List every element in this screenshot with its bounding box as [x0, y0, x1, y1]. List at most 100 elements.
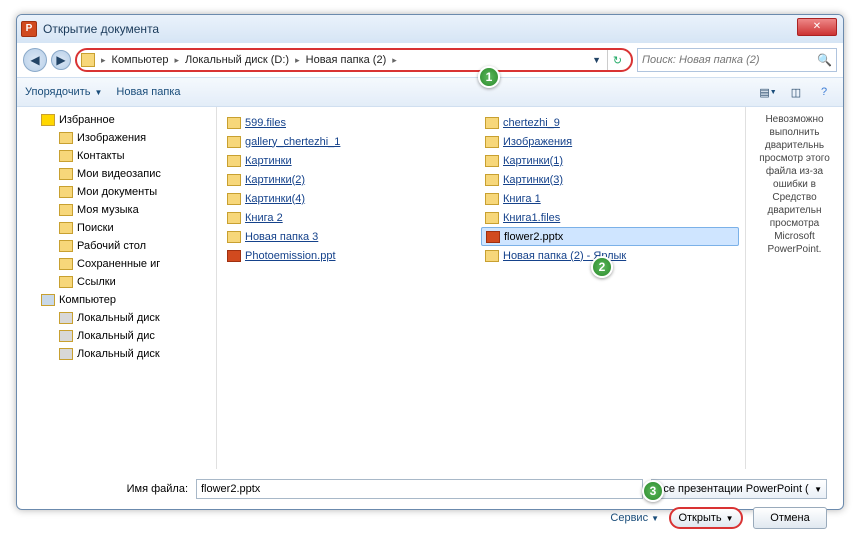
filename-label: Имя файла:: [33, 483, 188, 495]
file-item[interactable]: Новая папка 3: [223, 227, 481, 246]
open-button[interactable]: Открыть▼: [669, 507, 743, 529]
file-item[interactable]: Книга1.files: [481, 208, 739, 227]
tree-label: Моя музыка: [77, 204, 139, 216]
file-label: chertezhi_9: [503, 117, 560, 129]
folder-icon: [485, 155, 499, 167]
folder-icon: [485, 117, 499, 129]
filetype-select[interactable]: Все презентации PowerPoint (▼: [651, 479, 827, 499]
preview-pane-button[interactable]: ◫: [785, 82, 807, 102]
file-item[interactable]: chertezhi_9: [481, 113, 739, 132]
folder-icon: [41, 114, 55, 126]
tree-item[interactable]: Ссылки: [17, 273, 216, 291]
file-label: Картинки: [245, 155, 292, 167]
tree-label: Поиски: [77, 222, 114, 234]
folder-icon: [227, 174, 241, 186]
tree-item[interactable]: Поиски: [17, 219, 216, 237]
dialog-body: Избранное Изображения Контакты Мои видеозап…: [17, 107, 843, 469]
tree-item[interactable]: Контакты: [17, 147, 216, 165]
tree-item[interactable]: Рабочий стол: [17, 237, 216, 255]
folder-icon: [59, 222, 73, 234]
tree-label: Рабочий стол: [77, 240, 146, 252]
close-button[interactable]: ✕: [797, 18, 837, 36]
nav-forward-button[interactable]: ▶: [51, 50, 71, 70]
tree-item[interactable]: Моя музыка: [17, 201, 216, 219]
new-folder-button[interactable]: Новая папка: [116, 86, 180, 98]
file-item[interactable]: Картинки: [223, 151, 481, 170]
file-label: Картинки(3): [503, 174, 563, 186]
folder-icon: [59, 276, 73, 288]
organize-button[interactable]: Упорядочить▼: [25, 86, 102, 98]
file-label: Photoemission.ppt: [245, 250, 336, 262]
dialog-title: Открытие документа: [43, 22, 159, 36]
folder-icon: [485, 193, 499, 205]
folder-icon: [227, 155, 241, 167]
annotation-badge-1: 1: [478, 66, 500, 88]
tree-item[interactable]: Изображения: [17, 129, 216, 147]
tree-item[interactable]: Мои видеозапис: [17, 165, 216, 183]
tree-item[interactable]: Избранное: [17, 111, 216, 129]
file-label: Новая папка 3: [245, 231, 318, 243]
view-options-button[interactable]: ▤▼: [757, 82, 779, 102]
tree-item[interactable]: Локальный диск: [17, 309, 216, 327]
file-label: Картинки(4): [245, 193, 305, 205]
folder-icon: [227, 136, 241, 148]
folder-icon: [59, 132, 73, 144]
file-item[interactable]: 599.files: [223, 113, 481, 132]
breadcrumb-seg[interactable]: Компьютер: [108, 54, 173, 66]
folder-icon: [59, 348, 73, 360]
file-item[interactable]: Картинки(2): [223, 170, 481, 189]
tree-label: Ссылки: [77, 276, 116, 288]
search-input[interactable]: [642, 54, 817, 66]
tree-item[interactable]: Локальный дис: [17, 327, 216, 345]
file-item[interactable]: Картинки(3): [481, 170, 739, 189]
tree-item[interactable]: Локальный диск: [17, 345, 216, 363]
tree-item[interactable]: Мои документы: [17, 183, 216, 201]
folder-icon: [227, 193, 241, 205]
tree-label: Компьютер: [59, 294, 116, 306]
folder-icon: [485, 174, 499, 186]
tree-label: Мои документы: [77, 186, 157, 198]
folder-icon: [485, 136, 499, 148]
file-item[interactable]: Книга 2: [223, 208, 481, 227]
breadcrumb-seg[interactable]: Новая папка (2): [302, 54, 391, 66]
file-item[interactable]: gallery_chertezhi_1: [223, 132, 481, 151]
tree-item[interactable]: Компьютер: [17, 291, 216, 309]
file-label: Изображения: [503, 136, 572, 148]
nav-back-button[interactable]: ◀: [23, 48, 47, 72]
file-item[interactable]: Картинки(4): [223, 189, 481, 208]
folder-icon: [227, 117, 241, 129]
folder-icon: [59, 258, 73, 270]
address-bar[interactable]: ▸ Компьютер ▸ Локальный диск (D:) ▸ Нова…: [75, 48, 633, 72]
folder-icon: [81, 53, 95, 67]
nav-tree[interactable]: Избранное Изображения Контакты Мои видеозап…: [17, 107, 217, 469]
filename-input[interactable]: [196, 479, 643, 499]
service-button[interactable]: Сервис▼: [610, 512, 659, 524]
file-item[interactable]: Изображения: [481, 132, 739, 151]
file-item[interactable]: Книга 1: [481, 189, 739, 208]
file-label: flower2.pptx: [504, 231, 563, 243]
search-box[interactable]: 🔍: [637, 48, 837, 72]
footer: Имя файла: Все презентации PowerPoint (▼…: [17, 469, 843, 539]
search-icon: 🔍: [817, 53, 832, 67]
file-label: Картинки(1): [503, 155, 563, 167]
annotation-badge-3: 3: [642, 480, 664, 502]
tree-label: Контакты: [77, 150, 125, 162]
refresh-icon[interactable]: ↻: [607, 50, 627, 70]
file-item[interactable]: flower2.pptx: [481, 227, 739, 246]
tree-label: Мои видеозапис: [77, 168, 161, 180]
tree-label: Избранное: [59, 114, 115, 126]
tree-label: Сохраненные иг: [77, 258, 160, 270]
cancel-button[interactable]: Отмена: [753, 507, 827, 529]
folder-icon: [41, 294, 55, 306]
breadcrumb-seg[interactable]: Локальный диск (D:): [181, 54, 293, 66]
file-list[interactable]: 599.files gallery_chertezhi_1 Картинки Карт…: [217, 107, 745, 469]
file-item[interactable]: Photoemission.ppt: [223, 246, 481, 265]
file-label: Книга 2: [245, 212, 283, 224]
file-label: 599.files: [245, 117, 286, 129]
address-dropdown[interactable]: ▼: [586, 55, 607, 65]
tree-label: Локальный диск: [77, 348, 160, 360]
tree-item[interactable]: Сохраненные иг: [17, 255, 216, 273]
file-item[interactable]: Картинки(1): [481, 151, 739, 170]
help-button[interactable]: ?: [813, 82, 835, 102]
folder-icon: [59, 150, 73, 162]
